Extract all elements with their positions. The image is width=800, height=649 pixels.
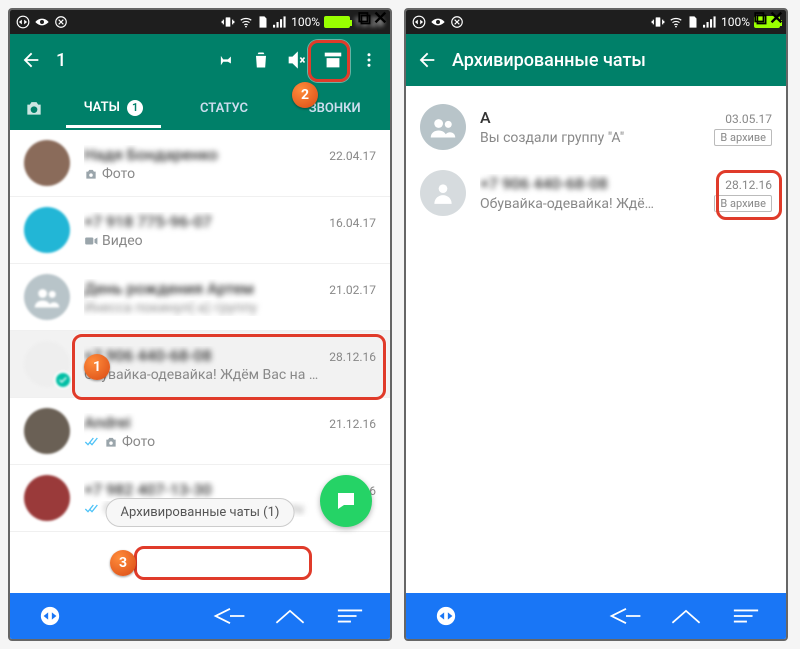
phone-left: ⧉ ✕ 100% 13:26 1 bbox=[8, 8, 392, 641]
avatar bbox=[420, 170, 466, 216]
archived-row[interactable]: A03.05.17 Вы создали группу "А"В архиве bbox=[406, 94, 786, 160]
battery-pct: 100% bbox=[721, 15, 750, 29]
chat-name: День рождения Артем bbox=[84, 279, 254, 298]
close-icon[interactable]: ✕ bbox=[769, 8, 784, 29]
avatar bbox=[24, 475, 70, 521]
phone-right: ⧉ ✕ 100% Архивированные чаты bbox=[404, 8, 788, 641]
chat-name: +7 982 407-13-30 bbox=[84, 480, 212, 499]
selected-check-icon bbox=[54, 371, 72, 389]
archive-badge: В архиве bbox=[714, 129, 772, 146]
chat-name: Andrei bbox=[84, 413, 131, 432]
nav-recent-icon[interactable] bbox=[320, 607, 380, 625]
nav-home-icon[interactable] bbox=[260, 606, 320, 626]
avatar bbox=[24, 341, 70, 387]
chat-row-selected[interactable]: +7 906 440-68-0828.12.16 Обувайка-одевай… bbox=[10, 331, 390, 398]
nav-back-icon[interactable] bbox=[200, 606, 260, 626]
chat-name: +7 906 440-68-08 bbox=[84, 346, 212, 365]
sync-icon bbox=[450, 15, 464, 29]
chat-row[interactable]: День рождения Артем21.02.17 Инесса покин… bbox=[10, 264, 390, 331]
chat-name: +7 906 440-68-08 bbox=[480, 174, 608, 193]
avatar bbox=[420, 104, 466, 150]
popout-icon[interactable]: ⧉ bbox=[358, 8, 371, 29]
close-icon[interactable]: ✕ bbox=[373, 8, 388, 29]
teamviewer-icon bbox=[412, 15, 426, 29]
chat-row[interactable]: Надя Бондаренко22.04.17 Фото bbox=[10, 130, 390, 197]
sim-icon bbox=[257, 15, 269, 29]
status-bar: 100% bbox=[406, 10, 786, 34]
chat-name: +7 918 775-96-07 bbox=[84, 212, 212, 231]
eye-icon bbox=[34, 16, 50, 28]
tab-camera[interactable] bbox=[10, 99, 58, 117]
eye-icon bbox=[430, 16, 446, 28]
photo-icon bbox=[104, 436, 118, 448]
delete-icon[interactable] bbox=[250, 49, 272, 71]
tab-calls[interactable]: ЗВОНКИ bbox=[279, 89, 390, 128]
teamviewer-nav-icon[interactable] bbox=[20, 605, 80, 627]
teamviewer-nav-icon[interactable] bbox=[416, 605, 476, 627]
archived-list: A03.05.17 Вы создали группу "А"В архиве … bbox=[406, 86, 786, 593]
back-icon[interactable] bbox=[416, 49, 438, 71]
sync-icon bbox=[54, 15, 68, 29]
nav-home-icon[interactable] bbox=[656, 606, 716, 626]
wifi-icon bbox=[239, 15, 253, 29]
archived-row[interactable]: +7 906 440-68-0828.12.16 Обувайка-одевай… bbox=[406, 160, 786, 226]
new-chat-fab[interactable] bbox=[320, 475, 372, 527]
selection-count: 1 bbox=[56, 50, 66, 71]
chat-list: Надя Бондаренко22.04.17 Фото +7 918 775-… bbox=[10, 130, 390, 593]
avatar bbox=[24, 408, 70, 454]
chat-date: 28.12.16 bbox=[725, 178, 772, 192]
page-title: Архивированные чаты bbox=[452, 50, 646, 71]
signal-icon bbox=[703, 16, 717, 28]
chat-row[interactable]: Andrei21.12.16 Фото bbox=[10, 398, 390, 465]
chat-row[interactable]: +7 918 775-96-0716.04.17 Видео bbox=[10, 197, 390, 264]
battery-icon bbox=[324, 16, 350, 28]
avatar bbox=[24, 207, 70, 253]
archive-toolbar: Архивированные чаты bbox=[406, 34, 786, 86]
avatar bbox=[24, 274, 70, 320]
nav-bar bbox=[10, 593, 390, 639]
chat-name: Надя Бондаренко bbox=[84, 145, 218, 164]
tabs: ЧАТЫ 1 СТАТУС ЗВОНКИ bbox=[10, 86, 390, 130]
selection-toolbar: 1 bbox=[10, 34, 390, 86]
chat-date: 28.12.16 bbox=[329, 350, 376, 364]
ticks-icon bbox=[84, 436, 100, 448]
popout-icon[interactable]: ⧉ bbox=[754, 8, 767, 29]
back-icon[interactable] bbox=[20, 49, 42, 71]
avatar bbox=[24, 140, 70, 186]
tab-status[interactable]: СТАТУС bbox=[169, 89, 280, 128]
status-bar: 100% 13:26 bbox=[10, 10, 390, 34]
vibrate-icon bbox=[221, 15, 235, 29]
pin-icon[interactable] bbox=[214, 49, 236, 71]
archive-badge: В архиве bbox=[714, 195, 772, 212]
chat-date: 21.12.16 bbox=[329, 417, 376, 431]
battery-pct: 100% bbox=[291, 15, 320, 29]
chats-badge: 1 bbox=[127, 100, 143, 116]
nav-back-icon[interactable] bbox=[596, 606, 656, 626]
signal-icon bbox=[273, 16, 287, 28]
vibrate-icon bbox=[651, 15, 665, 29]
chat-date: 22.04.17 bbox=[329, 149, 376, 163]
chat-name: A bbox=[480, 108, 491, 127]
ticks-icon bbox=[84, 503, 100, 515]
teamviewer-icon bbox=[16, 15, 30, 29]
window-controls: ⧉ ✕ bbox=[358, 8, 388, 29]
sim-icon bbox=[687, 15, 699, 29]
photo-icon bbox=[84, 168, 98, 180]
mute-icon[interactable] bbox=[286, 49, 308, 71]
menu-icon[interactable] bbox=[358, 49, 380, 71]
nav-bar bbox=[406, 593, 786, 639]
chat-date: 16.04.17 bbox=[329, 216, 376, 230]
nav-recent-icon[interactable] bbox=[716, 607, 776, 625]
tab-chats[interactable]: ЧАТЫ 1 bbox=[58, 88, 169, 128]
chat-date: 21.02.17 bbox=[329, 283, 376, 297]
video-icon bbox=[84, 235, 98, 247]
window-controls: ⧉ ✕ bbox=[754, 8, 784, 29]
chat-date: 03.05.17 bbox=[725, 112, 772, 126]
archive-icon[interactable] bbox=[322, 49, 344, 71]
wifi-icon bbox=[669, 15, 683, 29]
archived-chats-chip[interactable]: Архивированные чаты (1) bbox=[106, 498, 295, 527]
